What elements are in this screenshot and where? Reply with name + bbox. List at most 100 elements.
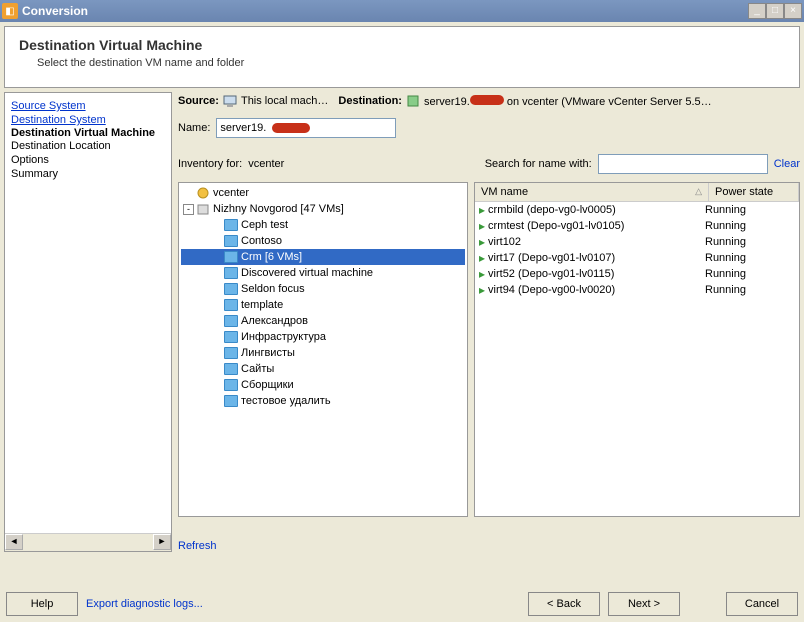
scroll-left-button[interactable]: ◄ bbox=[5, 534, 23, 550]
vm-state: Running bbox=[705, 284, 795, 296]
inventory-tree[interactable]: vcenter-Nizhny Novgorod [47 VMs]Ceph tes… bbox=[178, 182, 468, 517]
vm-name-column[interactable]: VM name bbox=[481, 186, 528, 198]
wizard-step-5: Summary bbox=[11, 167, 165, 181]
vm-running-icon: ▸ bbox=[479, 283, 485, 297]
power-state-column[interactable]: Power state bbox=[709, 183, 799, 201]
inventory-label: Inventory for: bbox=[178, 158, 242, 170]
folder-icon bbox=[224, 251, 238, 263]
destination-label: Destination: bbox=[338, 95, 402, 107]
sidebar-scrollbar[interactable]: ◄ ► bbox=[5, 533, 171, 551]
tree-folder-5[interactable]: template bbox=[181, 297, 465, 313]
wizard-step-0[interactable]: Source System bbox=[11, 99, 165, 113]
wizard-step-4: Options bbox=[11, 153, 165, 167]
window-title: Conversion bbox=[22, 4, 748, 18]
help-button[interactable]: Help bbox=[6, 592, 78, 616]
sort-asc-icon: △ bbox=[695, 186, 702, 198]
tree-folder-6[interactable]: Александров bbox=[181, 313, 465, 329]
vm-row-4[interactable]: ▸virt52 (Depo-vg01-lv0115) Running bbox=[475, 266, 799, 282]
computer-icon bbox=[223, 94, 237, 108]
back-button[interactable]: < Back bbox=[528, 592, 600, 616]
folder-icon bbox=[224, 315, 238, 327]
vm-list-panel: VM name△ Power state ▸crmbild (depo-vg0-… bbox=[474, 182, 800, 517]
tree-folder-3[interactable]: Discovered virtual machine bbox=[181, 265, 465, 281]
vm-name: virt52 (Depo-vg01-lv0115) bbox=[488, 268, 614, 280]
vm-running-icon: ▸ bbox=[479, 251, 485, 265]
search-input[interactable] bbox=[598, 154, 768, 174]
tree-folder-0[interactable]: Ceph test bbox=[181, 217, 465, 233]
folder-icon bbox=[224, 235, 238, 247]
vm-name: virt17 (Depo-vg01-lv0107) bbox=[488, 252, 615, 264]
folder-icon bbox=[224, 267, 238, 279]
app-icon: ◧ bbox=[2, 3, 18, 19]
vm-row-5[interactable]: ▸virt94 (Depo-vg00-lv0020) Running bbox=[475, 282, 799, 298]
vm-state: Running bbox=[705, 204, 795, 216]
vm-row-1[interactable]: ▸crmtest (Depo-vg01-lv0105) Running bbox=[475, 218, 799, 234]
wizard-step-1[interactable]: Destination System bbox=[11, 113, 165, 127]
clear-link[interactable]: Clear bbox=[774, 158, 800, 170]
redacted-text bbox=[272, 123, 310, 133]
tree-folder-10[interactable]: Сборщики bbox=[181, 377, 465, 393]
vm-running-icon: ▸ bbox=[479, 203, 485, 217]
tree-folder-11[interactable]: тестовое удалить bbox=[181, 393, 465, 409]
source-value: This local mach… bbox=[241, 95, 328, 107]
wizard-step-3: Destination Location bbox=[11, 139, 165, 153]
vm-state: Running bbox=[705, 220, 795, 232]
page-title: Destination Virtual Machine bbox=[19, 37, 785, 53]
vcenter-icon bbox=[196, 186, 210, 200]
folder-icon bbox=[224, 331, 238, 343]
vm-state: Running bbox=[705, 252, 795, 264]
source-dest-summary: Source: This local mach… Destination: se… bbox=[178, 92, 800, 110]
wizard-footer: Help Export diagnostic logs... < Back Ne… bbox=[6, 592, 798, 616]
destination-value: server19. on vcenter (VMware vCenter Ser… bbox=[424, 95, 712, 108]
vm-row-2[interactable]: ▸virt102Running bbox=[475, 234, 799, 250]
vm-state: Running bbox=[705, 236, 795, 248]
refresh-link[interactable]: Refresh bbox=[178, 540, 800, 552]
close-button[interactable]: × bbox=[784, 3, 802, 19]
vm-state: Running bbox=[705, 268, 795, 280]
vm-running-icon: ▸ bbox=[479, 267, 485, 281]
folder-icon bbox=[224, 219, 238, 231]
vm-running-icon: ▸ bbox=[479, 235, 485, 249]
title-bar: ◧ Conversion _ □ × bbox=[0, 0, 804, 22]
vm-row-0[interactable]: ▸crmbild (depo-vg0-lv0005) Running bbox=[475, 202, 799, 218]
tree-folder-1[interactable]: Contoso bbox=[181, 233, 465, 249]
vm-running-icon: ▸ bbox=[479, 219, 485, 233]
scroll-right-button[interactable]: ► bbox=[153, 534, 171, 550]
wizard-step-2: Destination Virtual Machine bbox=[11, 127, 165, 139]
page-subtitle: Select the destination VM name and folde… bbox=[19, 57, 785, 69]
collapse-icon[interactable]: - bbox=[183, 204, 194, 215]
tree-datacenter[interactable]: -Nizhny Novgorod [47 VMs] bbox=[181, 201, 465, 217]
tree-folder-8[interactable]: Лингвисты bbox=[181, 345, 465, 361]
main-panel: Source: This local mach… Destination: se… bbox=[178, 92, 800, 552]
cancel-button[interactable]: Cancel bbox=[726, 592, 798, 616]
folder-icon bbox=[224, 283, 238, 295]
folder-icon bbox=[224, 347, 238, 359]
tree-folder-2[interactable]: Crm [6 VMs] bbox=[181, 249, 465, 265]
folder-icon bbox=[224, 299, 238, 311]
vm-table-header[interactable]: VM name △ Power state bbox=[475, 183, 799, 202]
inventory-value: vcenter bbox=[248, 158, 284, 170]
folder-icon bbox=[224, 379, 238, 391]
vm-row-3[interactable]: ▸virt17 (Depo-vg01-lv0107) Running bbox=[475, 250, 799, 266]
vm-name: crmtest (Depo-vg01-lv0105) bbox=[488, 220, 624, 232]
tree-folder-4[interactable]: Seldon focus bbox=[181, 281, 465, 297]
folder-icon bbox=[224, 395, 238, 407]
maximize-button[interactable]: □ bbox=[766, 3, 784, 19]
tree-folder-7[interactable]: Инфраструктура bbox=[181, 329, 465, 345]
next-button[interactable]: Next > bbox=[608, 592, 680, 616]
datacenter-icon bbox=[196, 202, 210, 216]
export-diagnostic-logs-link[interactable]: Export diagnostic logs... bbox=[86, 598, 203, 610]
minimize-button[interactable]: _ bbox=[748, 3, 766, 19]
redacted-text bbox=[470, 95, 504, 105]
search-label: Search for name with: bbox=[485, 158, 592, 170]
source-label: Source: bbox=[178, 95, 219, 107]
folder-icon bbox=[224, 363, 238, 375]
server-icon bbox=[406, 94, 420, 108]
wizard-header: Destination Virtual Machine Select the d… bbox=[4, 26, 800, 88]
name-label: Name: bbox=[178, 122, 210, 134]
tree-root[interactable]: vcenter bbox=[181, 185, 465, 201]
tree-folder-9[interactable]: Сайты bbox=[181, 361, 465, 377]
vm-name: crmbild (depo-vg0-lv0005) bbox=[488, 204, 616, 216]
vm-name: virt94 (Depo-vg00-lv0020) bbox=[488, 284, 615, 296]
wizard-steps-sidebar: Source SystemDestination SystemDestinati… bbox=[4, 92, 172, 552]
